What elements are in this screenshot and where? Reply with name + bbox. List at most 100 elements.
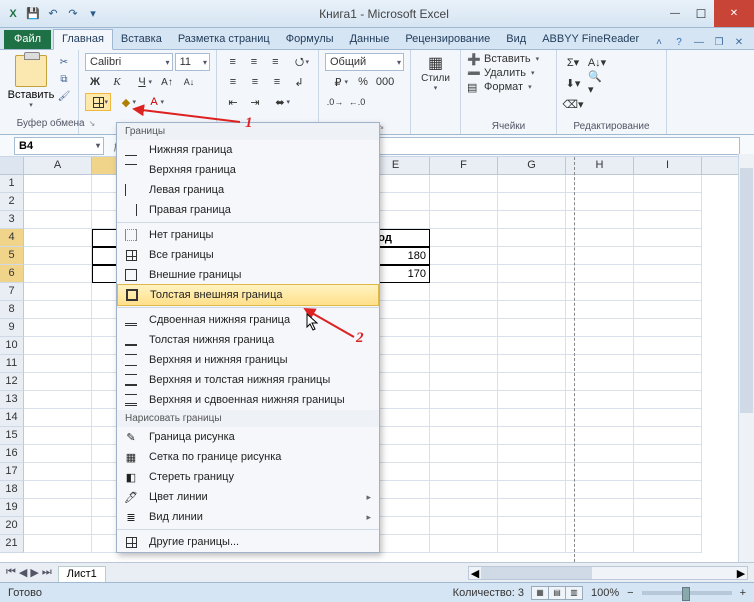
cell[interactable] xyxy=(430,427,498,445)
border-thick-outside-item[interactable]: Толстая внешняя граница xyxy=(117,284,379,306)
row-header[interactable]: 20 xyxy=(0,517,24,535)
zoom-out-icon[interactable]: − xyxy=(627,587,633,599)
cell[interactable] xyxy=(430,535,498,553)
comma-icon[interactable]: 000 xyxy=(375,73,395,91)
decrease-decimal-icon[interactable]: ←.0 xyxy=(347,93,367,111)
cell[interactable] xyxy=(24,427,92,445)
cell[interactable] xyxy=(430,211,498,229)
cell[interactable] xyxy=(634,265,702,283)
cell[interactable] xyxy=(430,517,498,535)
number-format-combo[interactable]: Общий xyxy=(325,53,404,71)
cell[interactable] xyxy=(430,445,498,463)
cell[interactable] xyxy=(566,409,634,427)
row-header[interactable]: 3 xyxy=(0,211,24,229)
align-top-icon[interactable]: ≡ xyxy=(223,53,242,71)
cell[interactable] xyxy=(498,301,566,319)
increase-indent-icon[interactable]: ⇥ xyxy=(245,93,265,111)
underline-button[interactable]: Ч xyxy=(129,73,155,91)
cell[interactable] xyxy=(498,373,566,391)
decrease-font-icon[interactable]: A↓ xyxy=(179,73,199,91)
cell[interactable] xyxy=(498,247,566,265)
column-header[interactable]: G xyxy=(498,157,566,174)
cell[interactable] xyxy=(566,391,634,409)
cell[interactable] xyxy=(24,319,92,337)
cell[interactable] xyxy=(430,355,498,373)
cell[interactable] xyxy=(498,517,566,535)
insert-cells-button[interactable]: ➕Вставить▾ xyxy=(467,53,550,65)
format-cells-button[interactable]: ▤Формат▾ xyxy=(467,81,550,93)
horizontal-scrollbar[interactable]: ◀▶ xyxy=(468,566,748,580)
cell[interactable] xyxy=(566,373,634,391)
cell[interactable] xyxy=(634,499,702,517)
merge-icon[interactable]: ⬌ xyxy=(267,93,293,111)
cell[interactable] xyxy=(430,463,498,481)
draw-border-grid-item[interactable]: ▦Сетка по границе рисунка xyxy=(117,447,379,467)
cell[interactable] xyxy=(430,373,498,391)
align-center-icon[interactable]: ≡ xyxy=(245,73,265,91)
row-header[interactable]: 4 xyxy=(0,229,24,247)
row-header[interactable]: 8 xyxy=(0,301,24,319)
cell[interactable] xyxy=(24,499,92,517)
sheet-nav-first-icon[interactable]: ⏮ xyxy=(6,566,16,579)
orientation-icon[interactable]: ⭯ xyxy=(287,53,312,71)
cell[interactable] xyxy=(634,409,702,427)
cell[interactable] xyxy=(566,463,634,481)
border-top-thick-bottom-item[interactable]: Верхняя и толстая нижняя границы xyxy=(117,370,379,390)
tab-review[interactable]: Рецензирование xyxy=(397,30,498,49)
cell[interactable] xyxy=(566,355,634,373)
align-bottom-icon[interactable]: ≡ xyxy=(266,53,285,71)
cell[interactable] xyxy=(634,445,702,463)
cell[interactable] xyxy=(24,391,92,409)
cell[interactable] xyxy=(498,211,566,229)
cell[interactable] xyxy=(634,337,702,355)
borders-button[interactable] xyxy=(85,93,111,111)
cell[interactable] xyxy=(430,499,498,517)
cell[interactable] xyxy=(566,319,634,337)
mdi-restore-icon[interactable]: ❐ xyxy=(712,35,726,49)
cell[interactable] xyxy=(634,355,702,373)
row-header[interactable]: 13 xyxy=(0,391,24,409)
cell[interactable] xyxy=(24,229,92,247)
cell[interactable] xyxy=(430,301,498,319)
mdi-minimize-icon[interactable]: — xyxy=(692,35,706,49)
cell[interactable] xyxy=(498,337,566,355)
name-box[interactable]: B4 xyxy=(14,137,104,155)
cell[interactable] xyxy=(498,409,566,427)
tab-abbyy[interactable]: ABBYY FineReader xyxy=(534,30,647,49)
clipboard-dialog-icon[interactable]: ↘ xyxy=(89,119,96,128)
cell[interactable] xyxy=(498,481,566,499)
cell[interactable] xyxy=(634,247,702,265)
cell[interactable] xyxy=(566,499,634,517)
cell[interactable] xyxy=(634,301,702,319)
cell[interactable] xyxy=(566,481,634,499)
bold-button[interactable]: Ж xyxy=(85,73,105,91)
cell[interactable] xyxy=(498,319,566,337)
line-color-item[interactable]: 🖊Цвет линии▸ xyxy=(117,487,379,507)
styles-button[interactable]: ▦ Стили ▾ xyxy=(416,53,456,92)
italic-button[interactable]: К xyxy=(107,73,127,91)
delete-cells-button[interactable]: ➖Удалить▾ xyxy=(467,67,550,79)
cell[interactable] xyxy=(634,517,702,535)
view-normal-icon[interactable]: ▦ xyxy=(531,586,549,600)
cell[interactable] xyxy=(634,481,702,499)
cell[interactable] xyxy=(430,193,498,211)
cell[interactable] xyxy=(566,265,634,283)
vertical-scrollbar[interactable] xyxy=(738,154,754,562)
line-style-item[interactable]: ≣Вид линии▸ xyxy=(117,507,379,527)
sheet-nav-last-icon[interactable]: ⏭ xyxy=(42,566,52,579)
redo-icon[interactable]: ↷ xyxy=(64,5,82,23)
row-header[interactable]: 19 xyxy=(0,499,24,517)
border-outside-item[interactable]: Внешние границы xyxy=(117,265,379,285)
close-button[interactable]: ✕ xyxy=(714,0,754,27)
cell[interactable] xyxy=(634,283,702,301)
cell[interactable] xyxy=(566,445,634,463)
sheet-nav-prev-icon[interactable]: ◀ xyxy=(19,566,27,579)
clear-icon[interactable]: ⌫▾ xyxy=(563,95,583,113)
cell[interactable] xyxy=(498,535,566,553)
cell[interactable] xyxy=(24,301,92,319)
draw-border-item[interactable]: ✎Граница рисунка xyxy=(117,427,379,447)
cell[interactable] xyxy=(24,265,92,283)
cell[interactable] xyxy=(566,301,634,319)
cell[interactable] xyxy=(634,535,702,553)
cell[interactable] xyxy=(24,373,92,391)
